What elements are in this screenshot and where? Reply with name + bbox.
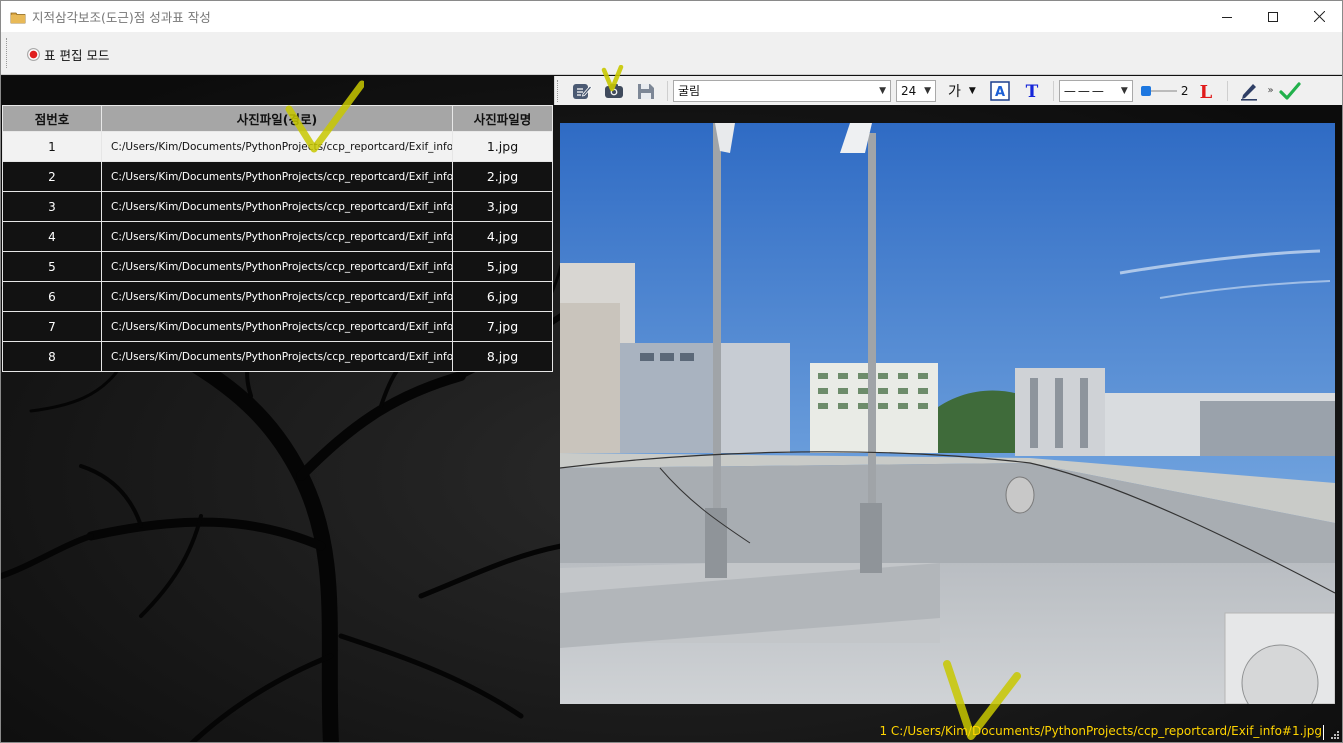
svg-text:L: L (1200, 82, 1213, 101)
cell-point-number[interactable]: 2 (2, 161, 102, 192)
text-style-button[interactable]: 가 ▼ (948, 81, 976, 101)
text-style-sample: 가 (948, 83, 961, 100)
table-header-row: 점번호 사진파일(경로) 사진파일명 (2, 105, 553, 132)
minimize-icon (1222, 16, 1232, 18)
text-highlight-icon: A (990, 80, 1010, 101)
selected-photo-status: 1 C:/Users/Kim/Documents/PythonProjects/… (879, 724, 1322, 738)
toolbar-grip[interactable] (6, 38, 8, 68)
cell-photo-filename[interactable]: 5.jpg (452, 251, 553, 282)
cell-photo-path[interactable]: C:/Users/Kim/Documents/PythonProjects/cc… (101, 221, 453, 252)
edit-note-icon (573, 83, 592, 99)
toolbar-separator (667, 80, 668, 101)
cell-photo-filename[interactable]: 6.jpg (452, 281, 553, 312)
cell-photo-path[interactable]: C:/Users/Kim/Documents/PythonProjects/cc… (101, 311, 453, 342)
cell-photo-path[interactable]: C:/Users/Kim/Documents/PythonProjects/cc… (101, 281, 453, 312)
toolbar-separator (1052, 80, 1054, 101)
cell-photo-path[interactable]: C:/Users/Kim/Documents/PythonProjects/cc… (101, 161, 453, 192)
close-icon (1313, 11, 1325, 22)
line-style-select[interactable]: ——— ▼ (1058, 79, 1133, 102)
mode-toolbar: 표 편집 모드 (1, 32, 1342, 75)
column-header-photo-filename[interactable]: 사진파일명 (452, 105, 553, 132)
table-row[interactable]: 1 C:/Users/Kim/Documents/PythonProjects/… (2, 131, 553, 162)
radio-indicator-icon (27, 48, 40, 61)
cell-photo-path[interactable]: C:/Users/Kim/Documents/PythonProjects/cc… (101, 251, 453, 282)
title-bar[interactable]: 지적삼각보조(도근)점 성과표 작성 (1, 1, 1342, 32)
line-width-slider[interactable]: 2 (1140, 83, 1189, 98)
main-window: 지적삼각보조(도근)점 성과표 작성 표 편집 모드 굴림 ▼ 24 ▼ 가 ▼… (0, 0, 1343, 743)
table-row[interactable]: 5 C:/Users/Kim/Documents/PythonProjects/… (2, 251, 553, 282)
table-row[interactable]: 3 C:/Users/Kim/Documents/PythonProjects/… (2, 191, 553, 222)
folder-app-icon (10, 12, 26, 23)
camera-icon (605, 83, 623, 98)
cell-point-number[interactable]: 3 (2, 191, 102, 222)
cell-photo-filename[interactable]: 8.jpg (452, 341, 553, 372)
cell-photo-filename[interactable]: 2.jpg (452, 161, 553, 192)
cell-photo-path[interactable]: C:/Users/Kim/Documents/PythonProjects/cc… (101, 341, 453, 372)
minimize-button[interactable] (1204, 1, 1250, 32)
cell-point-number[interactable]: 1 (2, 131, 102, 162)
table-row[interactable]: 2 C:/Users/Kim/Documents/PythonProjects/… (2, 161, 553, 192)
close-button[interactable] (1296, 1, 1342, 32)
table-row[interactable]: 6 C:/Users/Kim/Documents/PythonProjects/… (2, 281, 553, 312)
chevron-down-icon: ▼ (1120, 85, 1128, 96)
text-background-button[interactable]: A (988, 79, 1012, 103)
save-icon (638, 83, 654, 99)
text-tool-icon: T (1025, 82, 1038, 101)
cell-photo-filename[interactable]: 7.jpg (452, 311, 553, 342)
drawing-toolbar: 굴림 ▼ 24 ▼ 가 ▼ A T ——— ▼ 2 L » (554, 76, 1342, 105)
font-size-value: 24 (901, 83, 917, 98)
cell-point-number[interactable]: 8 (2, 341, 102, 372)
cell-point-number[interactable]: 7 (2, 311, 102, 342)
l-line-icon: L (1200, 82, 1213, 101)
photo-table: 점번호 사진파일(경로) 사진파일명 1 C:/Users/Kim/Docume… (2, 105, 553, 372)
font-family-value: 굴림 (678, 84, 701, 98)
line-style-value: ——— (1063, 83, 1106, 98)
maximize-button[interactable] (1250, 1, 1296, 32)
window-title: 지적삼각보조(도근)점 성과표 작성 (32, 10, 211, 25)
svg-text:T: T (1025, 82, 1038, 101)
camera-button[interactable] (602, 79, 626, 103)
table-row[interactable]: 4 C:/Users/Kim/Documents/PythonProjects/… (2, 221, 553, 252)
pen-button[interactable] (1237, 79, 1261, 103)
resize-grip-icon[interactable] (1330, 730, 1340, 740)
overflow-chevron-icon[interactable]: » (1267, 85, 1273, 96)
cell-photo-filename[interactable]: 3.jpg (452, 191, 553, 222)
confirm-button[interactable] (1278, 79, 1302, 103)
rooftop-photo-image (560, 123, 1335, 704)
text-tool-button[interactable]: T (1020, 79, 1044, 103)
cell-point-number[interactable]: 5 (2, 251, 102, 282)
dropdown-arrow-icon: ▼ (968, 85, 976, 96)
column-header-point-number[interactable]: 점번호 (2, 105, 102, 132)
cell-photo-filename[interactable]: 4.jpg (452, 221, 553, 252)
maximize-icon (1268, 11, 1278, 22)
toolbar-grip[interactable] (557, 79, 560, 102)
svg-text:A: A (995, 85, 1005, 100)
slider-track (1150, 89, 1177, 92)
slider-thumb[interactable] (1140, 85, 1151, 96)
cell-photo-path[interactable]: C:/Users/Kim/Documents/PythonProjects/cc… (101, 191, 453, 222)
cell-point-number[interactable]: 4 (2, 221, 102, 252)
cell-point-number[interactable]: 6 (2, 281, 102, 312)
table-edit-mode-toggle[interactable]: 표 편집 모드 (27, 45, 109, 64)
save-button[interactable] (634, 79, 658, 103)
line-width-value: 2 (1180, 83, 1189, 98)
edit-note-button[interactable] (570, 79, 594, 103)
chevron-down-icon: ▼ (879, 85, 886, 96)
toolbar-separator (1227, 80, 1229, 101)
font-size-select[interactable]: 24 ▼ (896, 79, 936, 102)
photo-preview[interactable] (560, 123, 1335, 704)
text-caret (1323, 725, 1324, 740)
checkmark-icon (1278, 81, 1301, 100)
column-header-photo-path[interactable]: 사진파일(경로) (101, 105, 453, 132)
cell-photo-path[interactable]: C:/Users/Kim/Documents/PythonProjects/cc… (101, 131, 453, 162)
font-family-select[interactable]: 굴림 ▼ (673, 79, 891, 102)
pen-icon (1241, 83, 1258, 101)
cell-photo-filename[interactable]: 1.jpg (452, 131, 553, 162)
line-color-button[interactable]: L (1194, 79, 1218, 103)
table-row[interactable]: 8 C:/Users/Kim/Documents/PythonProjects/… (2, 341, 553, 372)
table-edit-mode-label: 표 편집 모드 (44, 48, 110, 63)
chevron-down-icon: ▼ (924, 85, 931, 96)
table-row[interactable]: 7 C:/Users/Kim/Documents/PythonProjects/… (2, 311, 553, 342)
